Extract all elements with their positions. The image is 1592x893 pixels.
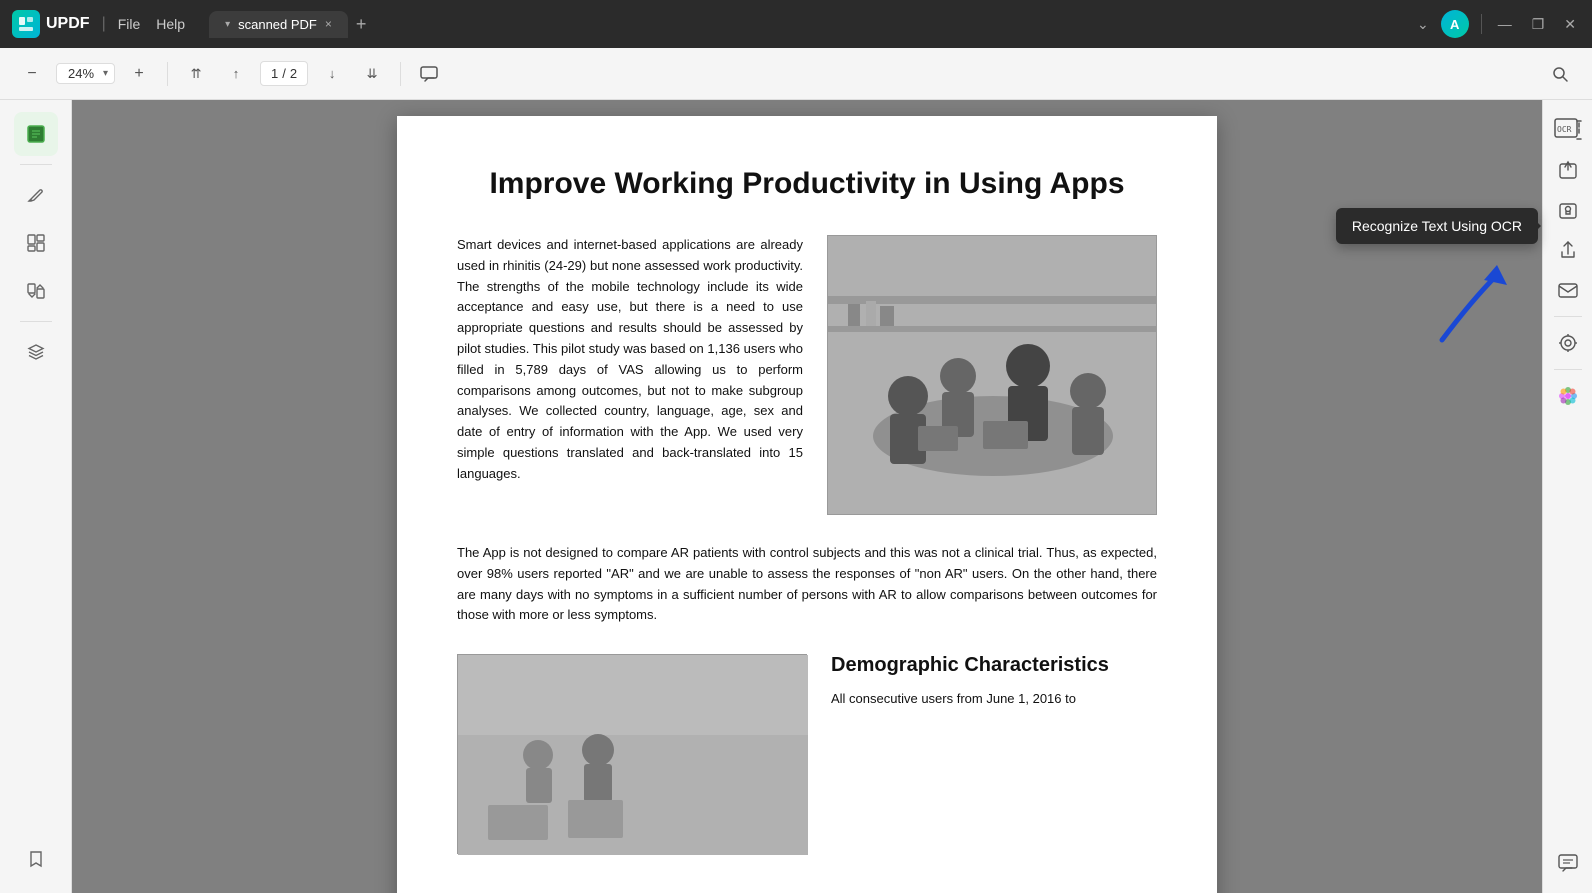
nav-next-button[interactable]: ↓ (316, 58, 348, 90)
minimize-button[interactable]: — (1494, 16, 1516, 32)
sidebar-separator-2 (20, 321, 52, 322)
toolbar: − 24% ▾ + ⇈ ↑ 1 / 2 ↓ ⇊ (0, 48, 1592, 100)
titlebar-divider (1481, 14, 1482, 34)
avatar[interactable]: A (1441, 10, 1469, 38)
pdf-section-title: Demographic Characteristics (831, 654, 1157, 677)
menu-help[interactable]: Help (156, 16, 185, 32)
page-current[interactable]: 1 (271, 66, 278, 81)
sidebar-item-bookmark[interactable] (14, 837, 58, 881)
pdf-bottom-text: All consecutive users from June 1, 2016 … (831, 689, 1157, 710)
pdf-image-column (827, 235, 1157, 515)
pdf-text-column: Smart devices and internet-based applica… (457, 235, 803, 515)
tab-add-button[interactable]: + (356, 14, 367, 35)
comment-button[interactable] (413, 58, 445, 90)
close-button[interactable]: ✕ (1560, 16, 1580, 33)
menu-bar: File Help (118, 16, 185, 32)
page-control: 1 / 2 (260, 61, 308, 86)
app-logo: UPDF (12, 10, 90, 38)
svg-text:OCR: OCR (1557, 125, 1572, 134)
zoom-value: 24% (63, 66, 99, 81)
left-sidebar (0, 100, 72, 893)
search-button[interactable] (1544, 58, 1576, 90)
page-separator: / (282, 66, 286, 81)
toolbar-separator-2 (400, 62, 401, 86)
right-sidebar: Recognize Text Using OCR OCR (1542, 100, 1592, 893)
pdf-body: Smart devices and internet-based applica… (457, 235, 1157, 515)
viewer-area[interactable]: Improve Working Productivity in Using Ap… (72, 100, 1542, 893)
stamp-button[interactable] (1550, 325, 1586, 361)
pdf-page: Improve Working Productivity in Using Ap… (397, 116, 1217, 893)
flower-button[interactable] (1550, 378, 1586, 414)
pdf-bottom-image (457, 654, 807, 854)
sidebar-item-layers[interactable] (14, 330, 58, 374)
menu-file[interactable]: File (118, 16, 141, 32)
sidebar-separator-1 (20, 164, 52, 165)
title-separator: | (102, 15, 106, 33)
sidebar-item-organize[interactable] (14, 221, 58, 265)
app-name: UPDF (46, 15, 90, 33)
titlebar: UPDF | File Help ▾ scanned PDF × + ⌄ A —… (0, 0, 1592, 48)
export-button[interactable] (1550, 152, 1586, 188)
nav-prev-button[interactable]: ↑ (220, 58, 252, 90)
ocr-button[interactable]: OCR (1550, 112, 1586, 148)
pdf-bottom-section: Demographic Characteristics All consecut… (457, 654, 1157, 854)
tab-area: ▾ scanned PDF × + (209, 11, 1409, 38)
zoom-out-button[interactable]: − (16, 58, 48, 90)
meeting-image-graphic (828, 236, 1156, 514)
maximize-button[interactable]: ❐ (1528, 16, 1549, 33)
share-button[interactable] (1550, 232, 1586, 268)
sidebar-item-convert[interactable] (14, 269, 58, 313)
sidebar-item-edit[interactable] (14, 112, 58, 156)
pdf-title: Improve Working Productivity in Using Ap… (457, 164, 1157, 203)
ocr-tooltip-text: Recognize Text Using OCR (1352, 218, 1522, 234)
dropdown-chevron-icon[interactable]: ⌄ (1417, 16, 1429, 33)
zoom-dropdown-icon[interactable]: ▾ (103, 68, 108, 79)
pdf-bottom-text-area: Demographic Characteristics All consecut… (831, 654, 1157, 854)
sidebar-item-annotate[interactable] (14, 173, 58, 217)
nav-last-button[interactable]: ⇊ (356, 58, 388, 90)
tab-scanned-pdf[interactable]: ▾ scanned PDF × (209, 11, 348, 38)
zoom-control[interactable]: 24% ▾ (56, 63, 115, 84)
zoom-in-button[interactable]: + (123, 58, 155, 90)
tab-arrow-icon: ▾ (225, 19, 230, 30)
right-separator-2 (1554, 369, 1582, 370)
page-total: 2 (290, 66, 297, 81)
tab-close-icon[interactable]: × (325, 17, 332, 31)
toolbar-right (1544, 58, 1576, 90)
nav-first-button[interactable]: ⇈ (180, 58, 212, 90)
main-content: Improve Working Productivity in Using Ap… (0, 100, 1592, 893)
titlebar-controls: ⌄ A — ❐ ✕ (1417, 10, 1580, 38)
pdf-meeting-image (827, 235, 1157, 515)
logo-icon (12, 10, 40, 38)
toolbar-separator-1 (167, 62, 168, 86)
protect-button[interactable] (1550, 192, 1586, 228)
ocr-tooltip: Recognize Text Using OCR (1336, 208, 1538, 244)
email-button[interactable] (1550, 272, 1586, 308)
right-separator-1 (1554, 316, 1582, 317)
chat-button[interactable] (1550, 845, 1586, 881)
tab-label: scanned PDF (238, 17, 317, 32)
pdf-full-text: The App is not designed to compare AR pa… (457, 543, 1157, 626)
pdf-body-text: Smart devices and internet-based applica… (457, 235, 803, 485)
